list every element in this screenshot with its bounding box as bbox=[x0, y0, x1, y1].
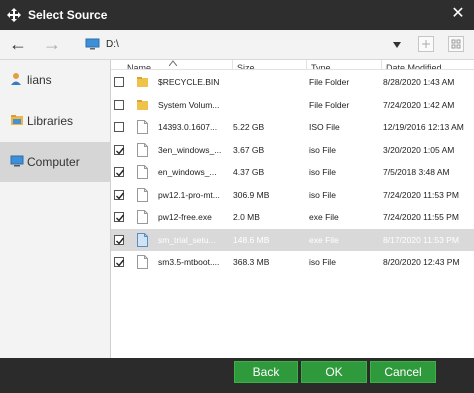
file-size: 306.9 MB bbox=[233, 189, 270, 200]
file-size: 368.3 MB bbox=[233, 257, 270, 267]
file-type: iso File bbox=[309, 257, 336, 267]
sidebar-item-label: Computer bbox=[27, 155, 80, 169]
table-row[interactable]: en_windows_... 4.37 GB iso File 7/5/2018 3:… bbox=[111, 161, 474, 183]
file-name: 14393.0.1607... bbox=[158, 122, 218, 132]
sidebar-item-user[interactable]: lians bbox=[0, 60, 111, 100]
file-date: 8/17/2020 11:53 PM bbox=[383, 234, 459, 245]
user-icon bbox=[10, 72, 24, 86]
ok-button[interactable]: OK bbox=[301, 361, 367, 383]
footer: Back OK Cancel bbox=[0, 358, 474, 393]
file-name: $RECYCLE.BIN bbox=[158, 77, 220, 87]
file-name: System Volum... bbox=[158, 99, 220, 110]
file-name: en_windows_... bbox=[158, 167, 217, 177]
file-icon bbox=[137, 142, 148, 157]
file-icon bbox=[137, 187, 148, 202]
file-icon bbox=[137, 120, 148, 134]
column-date-modified[interactable]: Date Modified bbox=[381, 60, 474, 69]
chevron-down-icon[interactable] bbox=[393, 40, 401, 48]
file-name: pw12.1-pro-mt... bbox=[158, 189, 220, 200]
select-source-dialog: Select Source ✕ ← → D:\ lians Libraries … bbox=[0, 0, 474, 393]
column-header-row: Name Size Type Date Modified bbox=[111, 60, 474, 70]
file-type: iso File bbox=[309, 144, 336, 155]
file-date: 7/5/2018 3:48 AM bbox=[383, 167, 450, 177]
table-row[interactable]: pw12-free.exe 2.0 MB exe File 7/24/2020 11:… bbox=[111, 206, 474, 228]
file-name: sm3.5-mtboot.... bbox=[158, 257, 220, 267]
table-row[interactable]: System Volum... File Folder 7/24/2020 1:42… bbox=[111, 94, 474, 116]
file-date: 7/24/2020 11:55 PM bbox=[383, 212, 459, 222]
file-icon bbox=[137, 210, 148, 224]
file-date: 8/20/2020 12:43 PM bbox=[383, 257, 460, 267]
back-button[interactable]: Back bbox=[234, 361, 298, 383]
file-date: 7/24/2020 1:42 AM bbox=[383, 99, 455, 110]
sort-ascending-icon bbox=[168, 60, 178, 67]
file-date: 8/28/2020 1:43 AM bbox=[383, 77, 455, 87]
checkbox[interactable] bbox=[114, 77, 124, 87]
close-icon[interactable]: ✕ bbox=[450, 6, 466, 22]
sidebar-item-computer[interactable]: Computer bbox=[0, 142, 111, 182]
drive-icon bbox=[85, 38, 100, 50]
column-size[interactable]: Size bbox=[232, 60, 308, 69]
folder-icon bbox=[137, 98, 148, 112]
sidebar-item-label: Libraries bbox=[27, 114, 74, 128]
file-type: iso File bbox=[309, 189, 336, 200]
new-folder-icon[interactable] bbox=[418, 36, 434, 52]
table-row[interactable]: $RECYCLE.BIN File Folder 8/28/2020 1:43 AM bbox=[111, 71, 474, 93]
file-type: exe File bbox=[309, 212, 339, 222]
file-date: 3/20/2020 1:05 AM bbox=[383, 144, 455, 155]
title-bar: Select Source ✕ bbox=[0, 0, 474, 30]
file-date: 12/19/2016 12:13 AM bbox=[383, 122, 464, 132]
file-type: File Folder bbox=[309, 77, 350, 87]
column-name[interactable]: Name bbox=[123, 60, 233, 69]
path-field[interactable]: D:\ bbox=[106, 39, 119, 50]
window-title: Select Source bbox=[28, 8, 108, 22]
file-date: 7/24/2020 11:53 PM bbox=[383, 189, 459, 200]
file-icon bbox=[137, 255, 148, 269]
file-size: 4.37 GB bbox=[233, 167, 265, 177]
app-logo-icon bbox=[6, 7, 22, 23]
checkbox-checked[interactable] bbox=[114, 234, 125, 245]
library-icon bbox=[10, 113, 24, 127]
checkbox[interactable] bbox=[114, 122, 124, 132]
checkbox-checked[interactable] bbox=[114, 167, 125, 177]
table-row[interactable]: pw12.1-pro-mt... 306.9 MB iso File 7/24/202… bbox=[111, 184, 474, 206]
toolbar: ← → D:\ bbox=[0, 30, 474, 60]
file-name: sm_trial_setu... bbox=[158, 234, 216, 245]
back-arrow-icon[interactable]: ← bbox=[7, 35, 29, 55]
forward-arrow-icon[interactable]: → bbox=[41, 35, 63, 55]
checkbox-checked[interactable] bbox=[114, 212, 125, 222]
folder-icon bbox=[137, 75, 148, 89]
cancel-button[interactable]: Cancel bbox=[370, 361, 436, 383]
checkbox-checked[interactable] bbox=[114, 144, 125, 155]
file-type: ISO File bbox=[309, 122, 340, 132]
file-size: 2.0 MB bbox=[233, 212, 260, 222]
file-icon bbox=[137, 165, 148, 179]
checkbox[interactable] bbox=[114, 99, 124, 110]
checkbox-checked[interactable] bbox=[114, 257, 125, 267]
file-type: File Folder bbox=[309, 99, 350, 110]
table-row[interactable]: sm3.5-mtboot.... 368.3 MB iso File 8/20/202… bbox=[111, 251, 474, 273]
table-row[interactable]: sm_trial_setu... 148.6 MB exe File 8/17/202… bbox=[111, 228, 474, 251]
file-size: 5.22 GB bbox=[233, 122, 265, 132]
file-type: iso File bbox=[309, 167, 336, 177]
sidebar-item-label: lians bbox=[27, 73, 52, 87]
sidebar-item-libraries[interactable]: Libraries bbox=[0, 101, 111, 141]
file-icon-blue bbox=[137, 232, 148, 247]
computer-icon bbox=[10, 154, 24, 168]
sidebar: lians Libraries Computer bbox=[0, 60, 111, 358]
file-name: 3en_windows_... bbox=[158, 144, 222, 155]
file-size: 3.67 GB bbox=[233, 144, 265, 155]
table-row[interactable]: 14393.0.1607... 5.22 GB ISO File 12/19/2016… bbox=[111, 116, 474, 138]
file-size: 148.6 MB bbox=[233, 234, 270, 245]
view-grid-icon[interactable] bbox=[448, 36, 464, 52]
file-list: Name Size Type Date Modified $RECYCLE.BI… bbox=[111, 60, 474, 358]
checkbox-checked[interactable] bbox=[114, 189, 125, 200]
file-name: pw12-free.exe bbox=[158, 212, 212, 222]
column-type[interactable]: Type bbox=[306, 60, 382, 69]
table-row[interactable]: 3en_windows_... 3.67 GB iso File 3/20/2020 … bbox=[111, 139, 474, 161]
file-type: exe File bbox=[309, 234, 339, 245]
